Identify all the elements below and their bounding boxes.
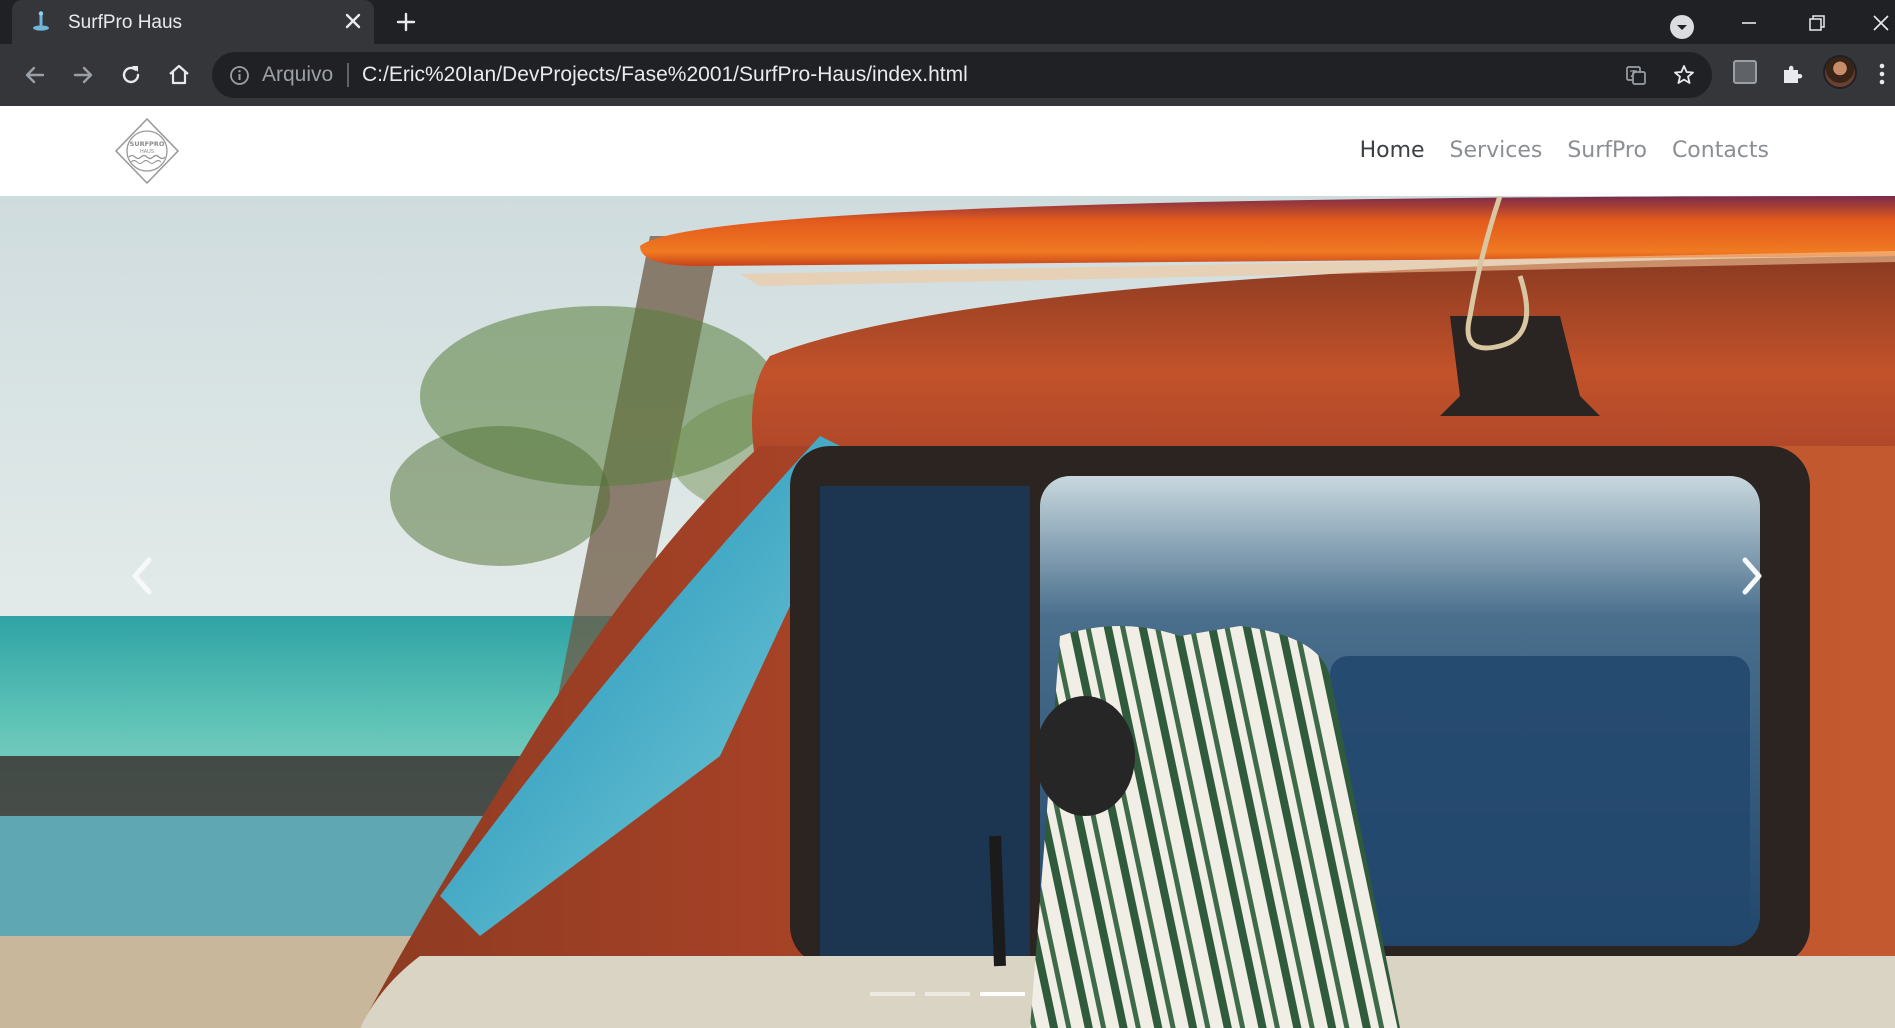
home-icon[interactable] <box>166 62 192 88</box>
carousel-indicator[interactable] <box>925 992 970 996</box>
info-icon[interactable] <box>229 65 250 86</box>
profile-avatar[interactable] <box>1823 55 1857 89</box>
logo-text-bottom: HAUS <box>140 149 154 155</box>
omnibox-divider <box>347 63 349 87</box>
carousel-indicator[interactable] <box>870 992 915 996</box>
carousel-prev-button[interactable] <box>102 536 182 616</box>
new-tab-icon[interactable] <box>394 10 418 34</box>
nav-link-surfpro[interactable]: SurfPro <box>1567 138 1647 163</box>
address-bar[interactable]: Arquivo C:/Eric%20Ian/DevProjects/Fase%2… <box>212 52 1712 98</box>
bookmark-star-icon[interactable] <box>1672 63 1696 87</box>
more-options-icon[interactable] <box>1876 61 1888 87</box>
back-arrow-icon[interactable] <box>22 62 48 88</box>
browser-toolbar: Arquivo C:/Eric%20Ian/DevProjects/Fase%2… <box>0 44 1895 106</box>
nav-link-contacts[interactable]: Contacts <box>1672 138 1769 163</box>
browser-tab[interactable]: SurfPro Haus <box>12 0 374 44</box>
carousel-indicators <box>870 992 1025 996</box>
carousel-indicator-active[interactable] <box>980 992 1025 996</box>
nav-link-services[interactable]: Services <box>1450 138 1543 163</box>
carousel-next-button[interactable] <box>1712 536 1792 616</box>
chevron-right-icon <box>1742 557 1762 595</box>
tab-search-button[interactable] <box>1670 15 1694 39</box>
minimize-icon[interactable] <box>1738 12 1760 34</box>
close-window-icon[interactable] <box>1870 12 1892 34</box>
tab-title: SurfPro Haus <box>68 12 183 33</box>
chevron-left-icon <box>132 557 152 595</box>
hero-carousel <box>0 196 1895 1028</box>
site-navbar: SURFPRO HAUS Home Services SurfPro Conta… <box>0 106 1895 196</box>
url-text[interactable]: C:/Eric%20Ian/DevProjects/Fase%2001/Surf… <box>362 63 968 87</box>
translate-icon[interactable] <box>1624 63 1648 87</box>
puzzle-extensions-icon[interactable] <box>1779 61 1805 87</box>
extension-icon[interactable] <box>1733 60 1757 84</box>
forward-arrow-icon[interactable] <box>70 62 96 88</box>
logo-text-top: SURFPRO <box>130 140 165 148</box>
restore-icon[interactable] <box>1806 12 1828 34</box>
browser-tab-strip: SurfPro Haus <box>0 0 1895 44</box>
surfpro-haus-logo[interactable]: SURFPRO HAUS <box>112 116 182 186</box>
origin-label: Arquivo <box>262 63 334 86</box>
nav-links: Home Services SurfPro Contacts <box>1360 138 1769 163</box>
slide-image-surf-van <box>0 196 1895 1028</box>
surfer-favicon-icon <box>33 11 49 31</box>
nav-link-home[interactable]: Home <box>1360 138 1425 163</box>
caret-down-icon <box>1677 25 1687 30</box>
close-tab-icon[interactable] <box>342 10 364 32</box>
reload-icon[interactable] <box>118 62 144 88</box>
